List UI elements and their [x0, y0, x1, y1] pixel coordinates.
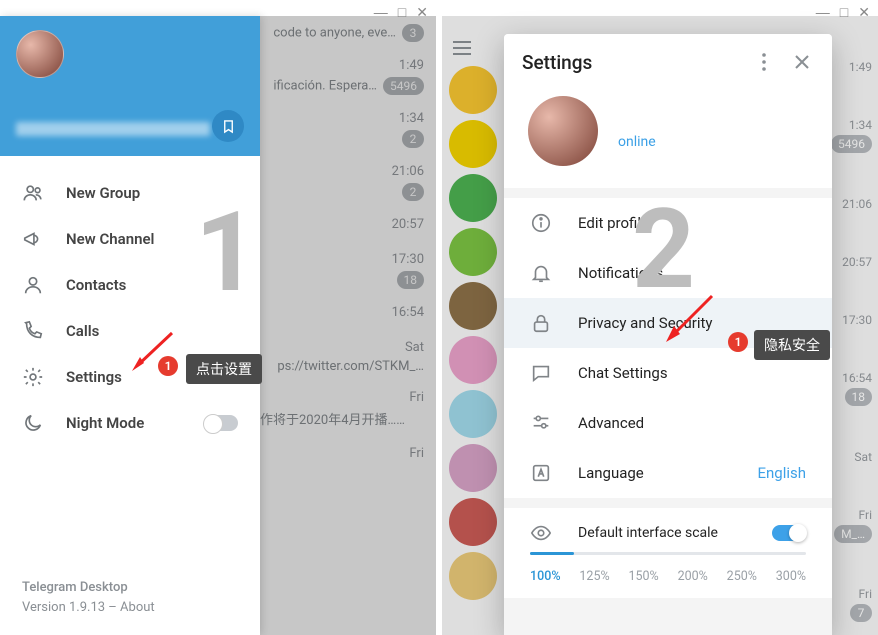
chat-row[interactable]: Fri: [260, 438, 436, 473]
eye-icon: [530, 522, 552, 544]
chat-row[interactable]: 20:57: [260, 209, 436, 244]
scale-option[interactable]: 250%: [727, 569, 757, 584]
saved-messages-button[interactable]: [212, 110, 244, 142]
settings-advanced[interactable]: Advanced: [504, 398, 832, 448]
person-icon: [22, 274, 44, 296]
minimize-button[interactable]: —: [374, 4, 388, 21]
drawer-footer: Telegram Desktop Version 1.9.13 – About: [0, 578, 260, 635]
scale-option[interactable]: 150%: [628, 569, 658, 584]
chat-avatar[interactable]: [449, 390, 497, 438]
minimize-button[interactable]: —: [816, 4, 830, 21]
chat-row[interactable]: Fri作将于2020年4月开播…7: [260, 382, 436, 438]
annotation-marker: 1: [158, 356, 178, 376]
item-label: Language: [578, 464, 644, 482]
phone-icon: [22, 320, 44, 342]
item-label: Privacy and Security: [578, 314, 713, 332]
item-label: Chat Settings: [578, 364, 668, 382]
language-icon: [530, 462, 552, 484]
chat-row[interactable]: 17:3018: [260, 244, 436, 297]
menu-label: Calls: [66, 322, 99, 340]
chat-icon: [530, 362, 552, 384]
profile-avatar[interactable]: [528, 96, 598, 166]
scale-label: Default interface scale: [578, 525, 718, 541]
chat-avatar[interactable]: [449, 228, 497, 276]
menu-label: Settings: [66, 368, 122, 386]
scale-option[interactable]: 300%: [776, 569, 806, 584]
chat-avatar[interactable]: [449, 66, 497, 114]
item-label: Edit profile: [578, 214, 649, 232]
avatar[interactable]: [16, 30, 64, 78]
lock-icon: [530, 312, 552, 334]
language-value: English: [757, 464, 806, 482]
settings-notifications[interactable]: Notifications: [504, 248, 832, 298]
moon-icon: [22, 412, 44, 434]
annotation-marker: 1: [728, 332, 748, 352]
profile-name-redacted: [618, 112, 688, 126]
chat-avatar[interactable]: [449, 120, 497, 168]
info-icon: [530, 212, 552, 234]
group-icon: [22, 182, 44, 204]
chat-row[interactable]: 1:49ificación. Espera…5496: [260, 50, 436, 103]
chat-avatar[interactable]: [449, 174, 497, 222]
maximize-button[interactable]: □: [840, 4, 848, 21]
megaphone-icon: [22, 228, 44, 250]
settings-language[interactable]: Language English: [504, 448, 832, 498]
menu-label: New Channel: [66, 230, 154, 248]
settings-title: Settings: [522, 51, 738, 74]
close-button[interactable]: ✕: [416, 4, 428, 21]
chat-avatar[interactable]: [449, 444, 497, 492]
bell-icon: [530, 262, 552, 284]
menu-night-mode[interactable]: Night Mode: [0, 400, 260, 446]
sliders-icon: [530, 412, 552, 434]
chat-row[interactable]: 1:342: [260, 103, 436, 156]
profile-status: online: [618, 134, 688, 150]
menu-new-channel[interactable]: New Channel: [0, 216, 260, 262]
chat-avatar[interactable]: [449, 552, 497, 600]
app-version[interactable]: Version 1.9.13 – About: [22, 598, 238, 618]
chat-row[interactable]: 21:062: [260, 156, 436, 209]
close-button[interactable]: ✕: [858, 4, 870, 21]
menu-new-group[interactable]: New Group: [0, 170, 260, 216]
item-label: Advanced: [578, 414, 644, 432]
menu-contacts[interactable]: Contacts: [0, 262, 260, 308]
window-controls-left: — □ ✕: [366, 0, 436, 25]
hamburger-icon[interactable]: [452, 40, 472, 56]
scale-values: 100% 125% 150% 200% 250% 300%: [530, 569, 806, 584]
scale-option[interactable]: 200%: [678, 569, 708, 584]
chat-row[interactable]: Satps://twitter.com/STKM_…: [260, 332, 436, 382]
night-mode-toggle[interactable]: [204, 415, 238, 431]
username-redacted: [16, 122, 210, 136]
menu-label: New Group: [66, 184, 140, 202]
scale-option[interactable]: 100%: [530, 569, 561, 584]
scale-option[interactable]: 125%: [579, 569, 609, 584]
item-label: Notifications: [578, 264, 663, 282]
gear-icon: [22, 366, 44, 388]
chat-list-background: code to anyone, eve…31:49ificación. Espe…: [260, 16, 436, 635]
drawer-header: [0, 16, 260, 156]
more-icon[interactable]: [752, 50, 776, 74]
chat-row[interactable]: 16:54: [260, 297, 436, 332]
settings-edit-profile[interactable]: Edit profile: [504, 198, 832, 248]
window-controls-right: — □ ✕: [808, 0, 878, 25]
scale-slider[interactable]: [530, 552, 806, 555]
menu-label: Contacts: [66, 276, 126, 294]
chat-avatar[interactable]: [449, 498, 497, 546]
chat-avatar[interactable]: [449, 282, 497, 330]
main-menu-drawer: New Group New Channel Contacts Calls Set…: [0, 16, 260, 635]
close-icon[interactable]: [790, 50, 814, 74]
annotation-tooltip: 点击设置: [186, 354, 262, 384]
app-name: Telegram Desktop: [22, 578, 238, 598]
menu-calls[interactable]: Calls: [0, 308, 260, 354]
annotation-tooltip: 隐私安全: [754, 330, 830, 360]
menu-label: Night Mode: [66, 414, 144, 432]
chat-avatar[interactable]: [449, 336, 497, 384]
scale-toggle[interactable]: [772, 525, 806, 541]
maximize-button[interactable]: □: [398, 4, 406, 21]
